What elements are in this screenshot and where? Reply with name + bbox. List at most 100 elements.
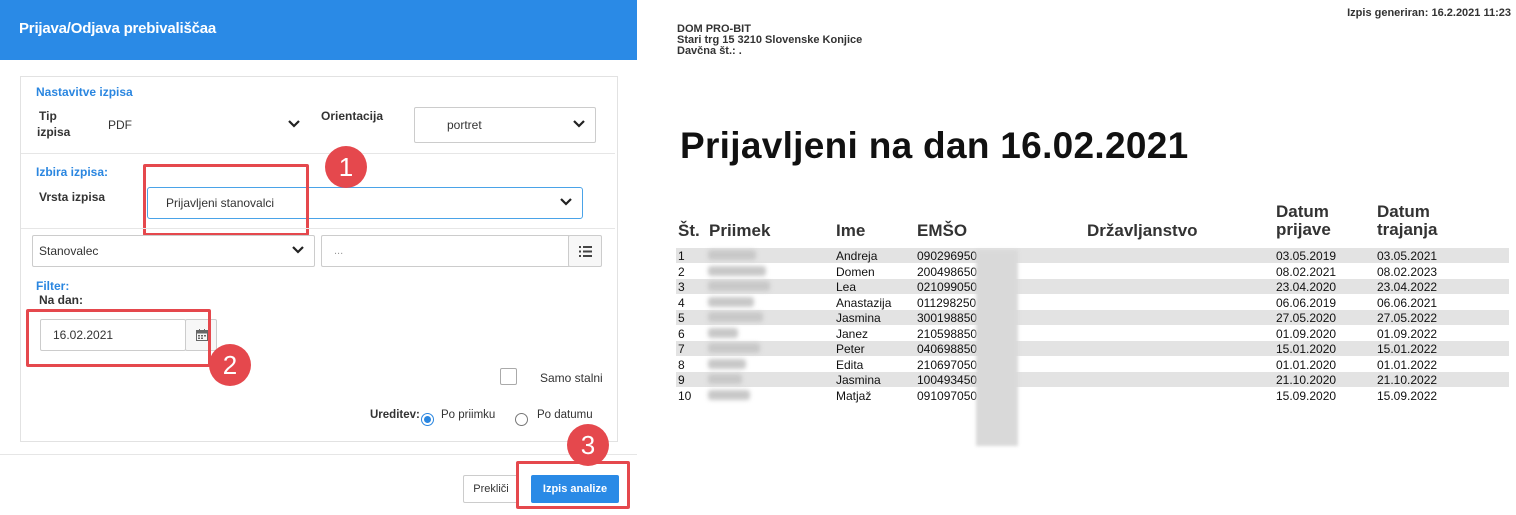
sort-by-surname-radio[interactable] [421, 413, 434, 426]
only-permanent-label: Samo stalni [540, 371, 603, 385]
report-title: Prijavljeni na dan 16.02.2021 [680, 125, 1189, 166]
table-row: 7 Peter 040698850 15.01.2020 15.01.2022 [676, 341, 1509, 356]
cell-emso: 091097050 [917, 388, 978, 403]
redacted-surname [708, 250, 756, 260]
cell-no: 4 [678, 295, 685, 310]
filter-title: Filter: [36, 279, 70, 293]
output-type-select[interactable]: PDF [92, 108, 310, 142]
resident-input-placeholder: ... [334, 245, 344, 257]
divider [21, 153, 615, 154]
annotation-badge-2: 2 [209, 344, 251, 386]
cell-duration: 15.01.2022 [1377, 342, 1438, 356]
cell-no: 9 [678, 373, 685, 387]
redacted-surname [708, 281, 770, 291]
cell-emso: 021099050 [917, 280, 978, 294]
resident-select-value: Stanovalec [39, 244, 99, 258]
redacted-surname [708, 389, 750, 400]
list-icon [579, 246, 592, 260]
cell-name: Janez [836, 326, 869, 341]
cell-emso: 300198850 [917, 311, 978, 325]
output-type-label: Tip izpisa [37, 108, 71, 140]
col-header-no: Št. [678, 221, 700, 240]
list-picker-button[interactable] [568, 235, 602, 267]
annotation-badge-3: 3 [567, 424, 609, 466]
redacted-surname [708, 374, 742, 384]
company-tax-number: Davčna št.: . [677, 45, 742, 57]
cell-registered: 01.09.2020 [1276, 326, 1337, 341]
table-row: 2 Domen 200498650 08.02.2021 08.02.2023 [676, 264, 1509, 279]
redacted-surname [708, 358, 746, 369]
cell-no: 1 [678, 249, 685, 263]
on-day-label: Na dan: [39, 293, 84, 307]
sort-by-surname-label: Po priimku [441, 409, 496, 421]
cell-duration: 23.04.2022 [1377, 280, 1438, 294]
cell-no: 3 [678, 280, 685, 294]
table-row: 6 Janez 210598850 01.09.2020 01.09.2022 [676, 326, 1509, 341]
report-choice-title: Izbira izpisa: [36, 165, 109, 179]
cell-emso: 090296950 [917, 249, 978, 263]
company-name: DOM PRO-BIT [677, 23, 751, 35]
cell-name: Matjaž [836, 388, 872, 403]
cell-registered: 23.04.2020 [1276, 280, 1337, 294]
dialog-title: Prijava/Odjava prebivališčaa [19, 20, 217, 37]
cell-no: 6 [678, 326, 685, 341]
redacted-surname [708, 296, 754, 307]
orientation-select[interactable]: portret [414, 107, 596, 143]
cell-emso: 011298250 [917, 295, 977, 310]
cell-emso: 100493450 [917, 373, 978, 387]
report-kind-label: Vrsta izpisa [39, 190, 106, 204]
chevron-down-icon [288, 119, 300, 131]
cell-registered: 21.10.2020 [1276, 373, 1337, 387]
cell-registered: 06.06.2019 [1276, 295, 1337, 310]
generated-timestamp: Izpis generiran: 16.2.2021 11:23 [1347, 7, 1511, 19]
table-row: 4 Anastazija 011298250 06.06.2019 06.06.2021 [676, 295, 1509, 310]
sort-label: Ureditev: [370, 409, 420, 421]
cell-duration: 27.05.2022 [1377, 311, 1438, 325]
report-dialog: Prijava/Odjava prebivališčaa Nastavitve … [0, 0, 637, 515]
cell-emso: 210697050 [917, 357, 978, 372]
cell-registered: 03.05.2019 [1276, 249, 1337, 263]
cell-no: 8 [678, 357, 685, 372]
footer-divider [0, 454, 637, 455]
cell-name: Domen [836, 264, 875, 279]
orientation-label: Orientacija [321, 109, 384, 123]
output-type-label-line1: Tip [39, 109, 57, 123]
cell-registered: 15.01.2020 [1276, 342, 1337, 356]
cell-duration: 01.09.2022 [1377, 326, 1438, 341]
radio-dot [424, 416, 431, 423]
cell-duration: 08.02.2023 [1377, 264, 1438, 279]
chevron-down-icon [560, 197, 572, 209]
cell-name: Peter [836, 342, 865, 356]
resident-select[interactable]: Stanovalec [32, 235, 315, 267]
cell-registered: 15.09.2020 [1276, 388, 1337, 403]
cell-name: Jasmina [836, 373, 881, 387]
cell-duration: 15.09.2022 [1377, 388, 1438, 403]
col-header-duration: Datum trajanja [1377, 202, 1438, 239]
only-permanent-checkbox[interactable] [500, 368, 517, 385]
annotation-box-1 [143, 164, 309, 236]
output-type-label-line2: izpisa [37, 125, 71, 139]
cell-registered: 08.02.2021 [1276, 264, 1337, 279]
redacted-surname [708, 343, 760, 353]
col-header-emso: EMŠO [917, 221, 968, 240]
orientation-value: portret [447, 118, 482, 132]
cancel-button[interactable]: Prekliči [463, 475, 519, 503]
col-header-registered: Datum prijave [1276, 202, 1331, 239]
cell-no: 7 [678, 342, 685, 356]
redacted-surname [708, 265, 766, 276]
annotation-box-3 [516, 461, 630, 509]
annotation-box-2 [26, 309, 211, 367]
redaction-block [976, 250, 1018, 446]
sort-by-date-radio[interactable] [515, 413, 528, 426]
cell-name: Andreja [836, 249, 878, 263]
table-row: 3 Lea 021099050 23.04.2020 23.04.2022 [676, 279, 1509, 294]
cell-duration: 06.06.2021 [1377, 295, 1438, 310]
chevron-down-icon [573, 119, 585, 131]
cell-name: Edita [836, 357, 864, 372]
dialog-header: Prijava/Odjava prebivališčaa [0, 0, 637, 60]
resident-input[interactable]: ... [321, 235, 569, 267]
redacted-surname [708, 312, 763, 322]
cell-emso: 200498650 [917, 264, 978, 279]
divider [21, 228, 615, 229]
col-header-citizenship: Državljanstvo [1087, 221, 1198, 240]
